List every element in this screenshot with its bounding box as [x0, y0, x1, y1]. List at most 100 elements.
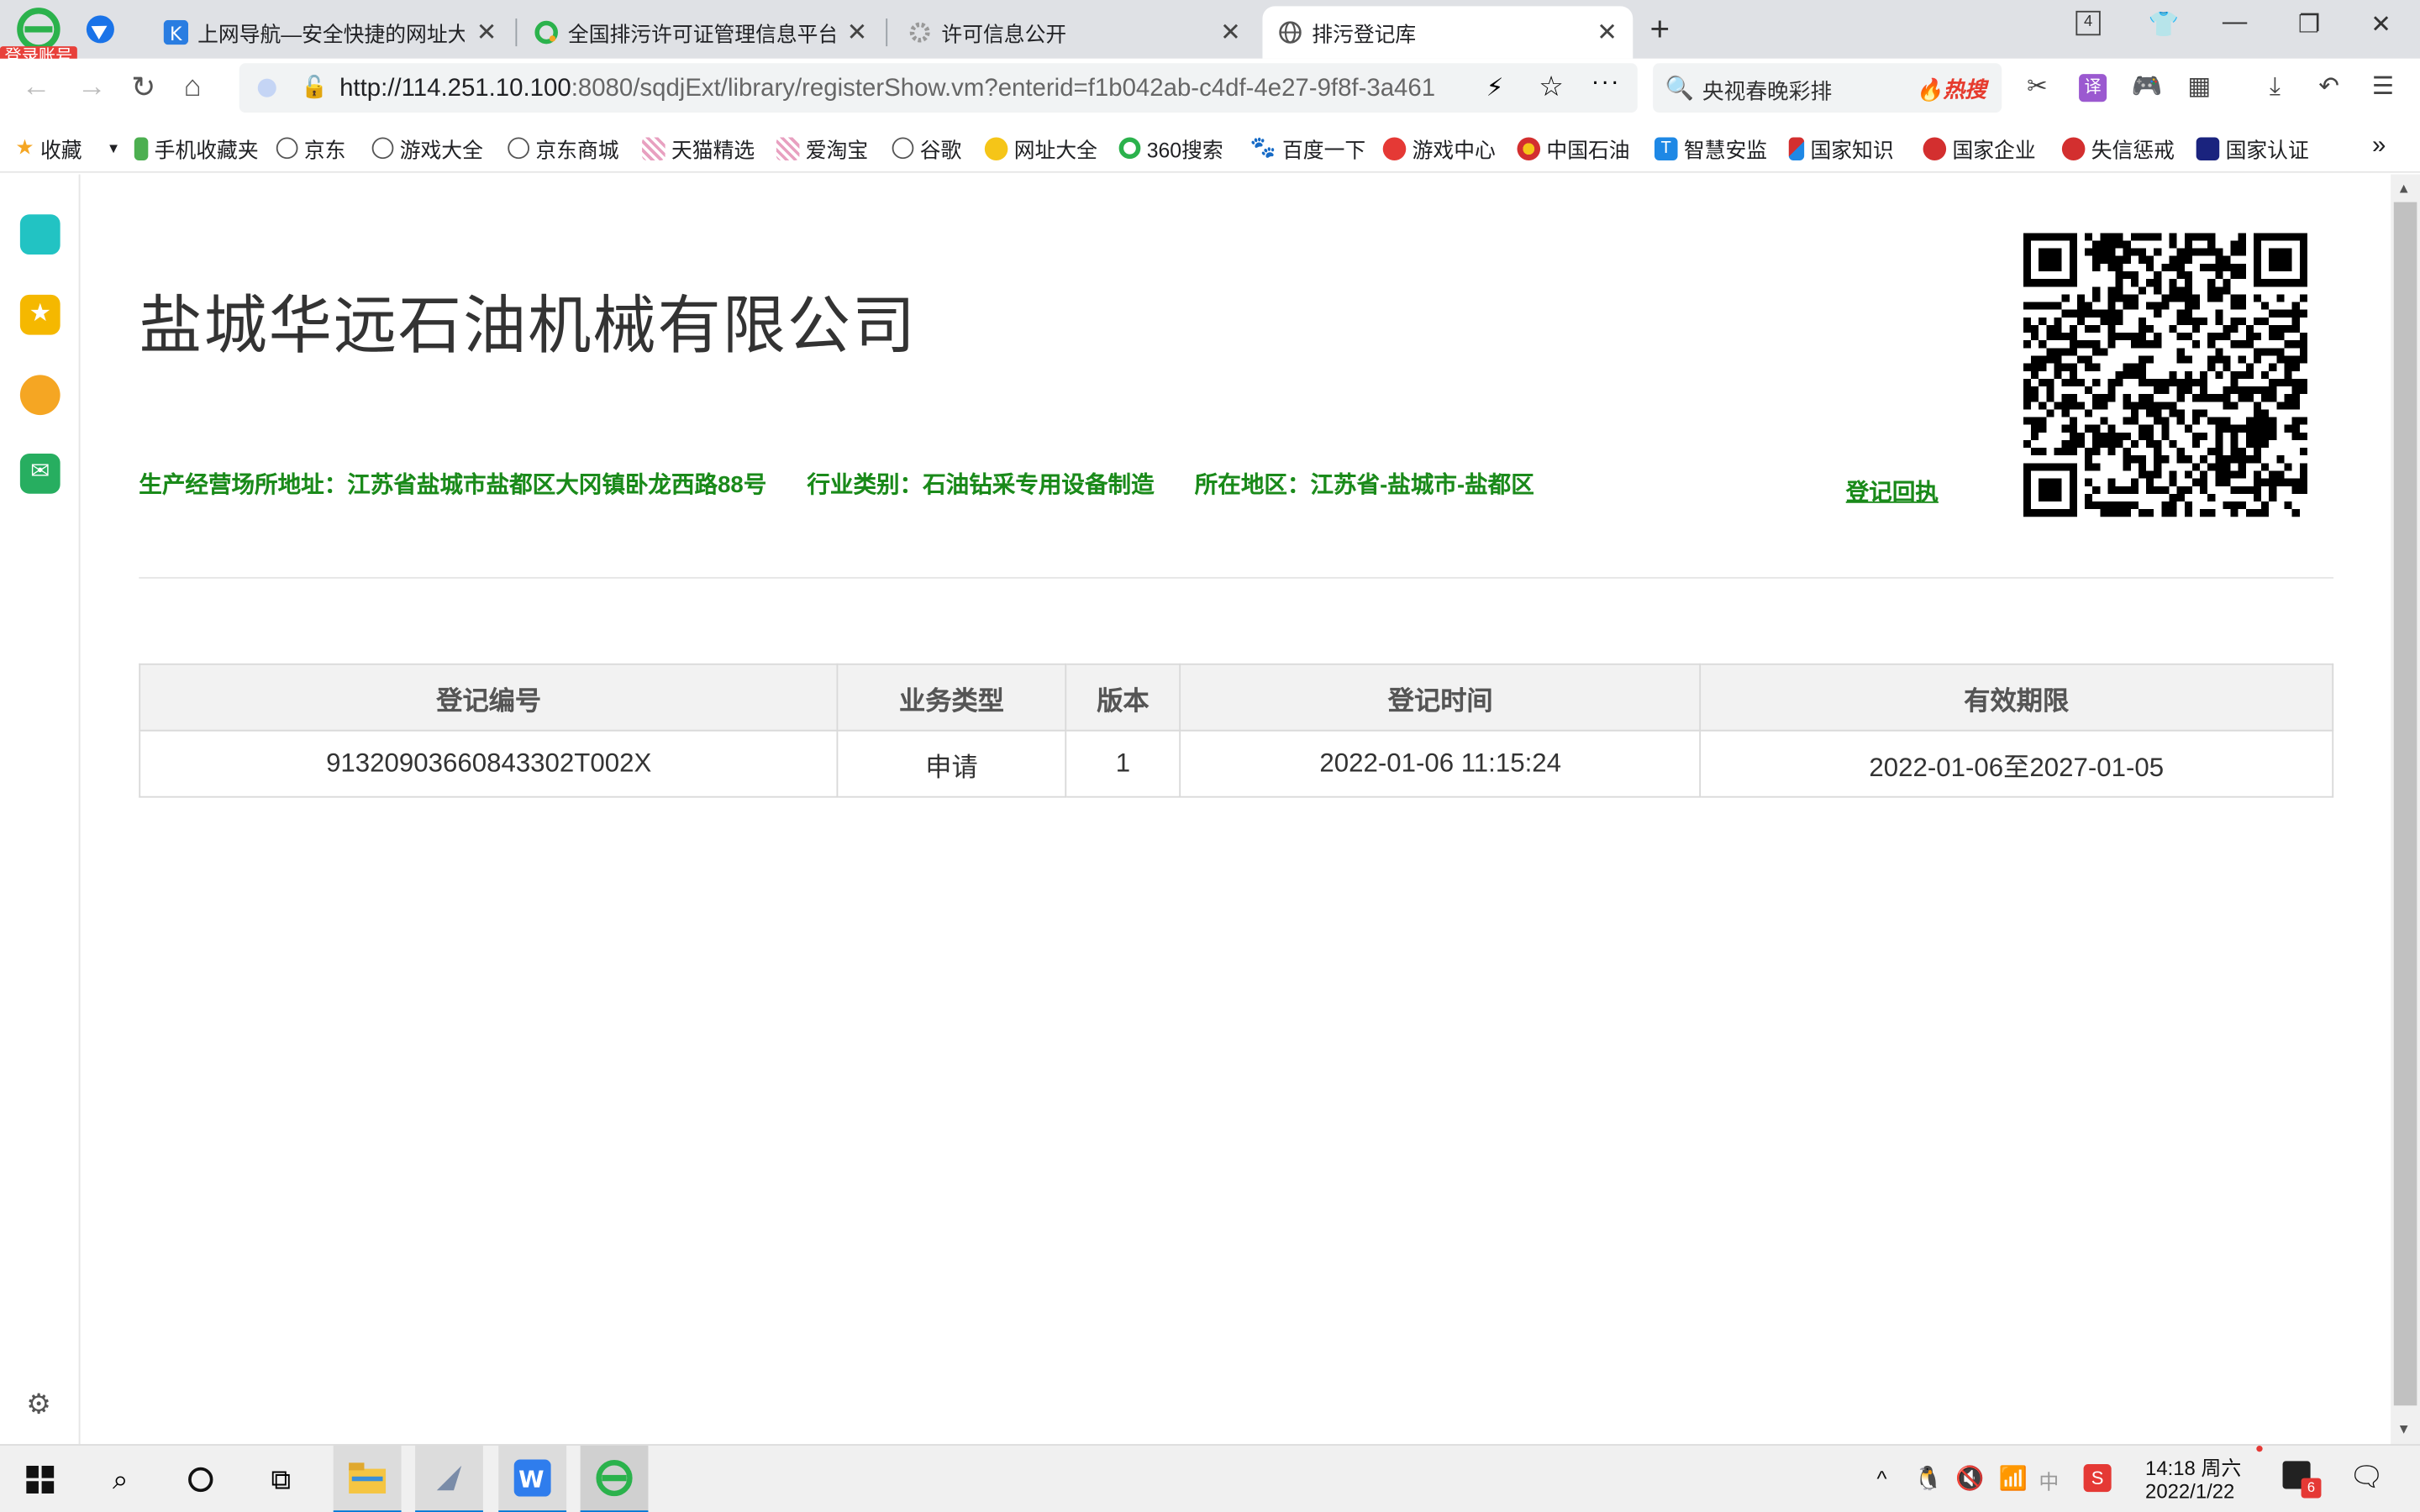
- action-center-icon[interactable]: 🗨: [2349, 1461, 2385, 1494]
- more-bookmarks-icon[interactable]: »: [2372, 133, 2386, 160]
- tab-registry-active[interactable]: 排污登记库 ✕: [1262, 6, 1634, 59]
- bookmark-games[interactable]: 游戏大全: [371, 133, 483, 164]
- bookmark-petrochina[interactable]: 中国石油: [1517, 133, 1630, 164]
- compass-icon[interactable]: [19, 214, 60, 255]
- bookmark-game-center[interactable]: 游戏中心: [1382, 133, 1496, 164]
- menu-icon[interactable]: ☰: [2369, 74, 2396, 102]
- shield-icon: [257, 78, 276, 97]
- hot-search-label[interactable]: 🔥热搜: [1916, 74, 1986, 105]
- cortana-icon[interactable]: [166, 1446, 234, 1512]
- url-text[interactable]: http://114.251.10.100:8080/sqdjExt/libra…: [339, 76, 1474, 103]
- scroll-thumb[interactable]: [2393, 202, 2417, 1406]
- industry-text: 行业类别：石油钻采专用设备制造: [807, 472, 1155, 499]
- back-icon[interactable]: ←: [22, 71, 51, 104]
- close-window-button[interactable]: ✕: [2370, 9, 2391, 40]
- bookmark-certification[interactable]: 国家认证: [2196, 133, 2309, 164]
- forward-icon[interactable]: →: [77, 71, 107, 104]
- reload-icon[interactable]: ↻: [131, 71, 155, 106]
- qq-icon[interactable]: 🐧: [1914, 1464, 1943, 1492]
- weibo-icon[interactable]: [19, 375, 60, 416]
- gear-icon: [908, 20, 932, 45]
- search-box[interactable]: 🔍 央视春晚彩排 🔥热搜: [1653, 63, 2002, 113]
- notification-count-badge: 6: [2301, 1478, 2322, 1499]
- telegram-icon[interactable]: [86, 15, 114, 44]
- tab-permit-info[interactable]: 许可信息公开 ✕: [892, 6, 1256, 58]
- scroll-down-icon[interactable]: ▼: [2396, 1421, 2410, 1436]
- bookmark-taobao[interactable]: 爱淘宝: [776, 133, 868, 164]
- wifi-icon[interactable]: 📶: [1999, 1464, 2028, 1492]
- table-header-row: 登记编号 业务类型 版本 登记时间 有效期限: [139, 663, 2334, 732]
- scroll-up-icon[interactable]: ▲: [2396, 181, 2410, 196]
- qr-code-icon: [2023, 233, 2307, 517]
- vertical-scrollbar[interactable]: ▲ ▼: [2391, 174, 2420, 1445]
- browser-sidebar: ★ ✉ ⚙: [0, 174, 81, 1445]
- file-explorer-icon[interactable]: [333, 1446, 402, 1512]
- task-view-icon[interactable]: ⧉: [247, 1446, 315, 1512]
- search-icon[interactable]: ⌕: [87, 1446, 155, 1512]
- download-icon[interactable]: ⤓: [2261, 74, 2289, 102]
- minimize-button[interactable]: —: [2223, 9, 2247, 37]
- bookmark-favorites[interactable]: ★ 收藏 ▼: [15, 133, 120, 164]
- undo-icon[interactable]: ↶: [2315, 74, 2343, 102]
- emblem-icon: [1923, 136, 1947, 160]
- clock-time[interactable]: 14:18 周六: [2145, 1452, 2241, 1481]
- scissors-icon[interactable]: ✂: [2023, 74, 2051, 102]
- emblem-icon: [2061, 136, 2086, 160]
- bookmark-tmall[interactable]: 天猫精选: [642, 133, 755, 164]
- game-icon[interactable]: 🎮: [2132, 74, 2163, 102]
- company-info-line: 生产经营场所地址：江苏省盐城市盐都区大冈镇卧龙西路88号 行业类别：石油钻采专用…: [139, 468, 1568, 501]
- close-tab-icon[interactable]: ✕: [476, 17, 497, 48]
- tab-count-badge[interactable]: 4: [2075, 10, 2101, 36]
- bookmark-jd-mall[interactable]: 京东商城: [508, 133, 619, 164]
- bookmark-google[interactable]: 谷歌: [892, 133, 961, 164]
- insecure-lock-icon[interactable]: 🔓: [301, 74, 328, 100]
- close-tab-icon[interactable]: ✕: [1597, 17, 1618, 48]
- globe-icon: [508, 137, 530, 160]
- new-tab-button[interactable]: +: [1649, 9, 1670, 50]
- more-icon[interactable]: ···: [1591, 70, 1621, 97]
- address-bar[interactable]: 🔓 http://114.251.10.100:8080/sqdjExt/lib…: [239, 63, 1638, 113]
- bookmark-safety[interactable]: T 智慧安监: [1654, 133, 1767, 164]
- ime-indicator[interactable]: 中: [2039, 1466, 2059, 1495]
- star-icon[interactable]: ☆: [1539, 71, 1564, 103]
- close-tab-icon[interactable]: ✕: [1220, 17, 1241, 48]
- wps-icon[interactable]: W: [498, 1446, 567, 1512]
- bookmark-credit[interactable]: 失信惩戒: [2061, 133, 2175, 164]
- bookmark-ip[interactable]: 国家知识: [1788, 133, 1894, 164]
- bookmark-mobile[interactable]: 手机收藏夹: [134, 133, 259, 164]
- tray-expand-icon[interactable]: ^: [1876, 1466, 1886, 1490]
- plus-circle-icon: [984, 136, 1008, 160]
- tab-permit-platform[interactable]: 全国排污许可证管理信息平台 ✕: [518, 6, 882, 58]
- bookmark-360-search[interactable]: 360搜索: [1118, 133, 1223, 164]
- home-icon[interactable]: ⌂: [184, 71, 202, 104]
- close-tab-icon[interactable]: ✕: [847, 17, 868, 48]
- settings-gear-icon[interactable]: ⚙: [26, 1389, 51, 1421]
- chevron-down-icon[interactable]: ▼: [107, 140, 120, 155]
- 360-browser-icon[interactable]: [580, 1446, 649, 1512]
- app-feather-icon[interactable]: [415, 1446, 483, 1512]
- cell-reg-time: 2022-01-06 11:15:24: [1180, 729, 1702, 798]
- search-query[interactable]: 央视春晚彩排: [1702, 76, 1832, 107]
- restore-button[interactable]: ❐: [2298, 9, 2320, 40]
- bookmark-jd[interactable]: 京东: [276, 133, 345, 164]
- windows-start-icon[interactable]: [6, 1446, 74, 1512]
- shirt-icon[interactable]: 👕: [2149, 9, 2180, 40]
- header-business-type: 业务类型: [837, 663, 1066, 732]
- mail-icon[interactable]: ✉: [19, 454, 60, 494]
- translate-icon[interactable]: 译: [2079, 74, 2107, 102]
- lightning-icon[interactable]: ⚡: [1486, 72, 1504, 103]
- bookmark-url-directory[interactable]: 网址大全: [984, 133, 1097, 164]
- favorites-star-icon[interactable]: ★: [19, 294, 60, 335]
- clock-date[interactable]: 2022/1/22: [2145, 1479, 2234, 1503]
- volume-muted-icon[interactable]: 🔇: [1955, 1464, 1984, 1492]
- tab-separator: [515, 18, 518, 47]
- navigation-bar: ← → ↻ ⌂ 🔓 http://114.251.10.100:8080/sqd…: [0, 58, 2420, 121]
- bookmark-baidu[interactable]: 🐾 百度一下: [1250, 133, 1365, 164]
- registration-receipt-link[interactable]: 登记回执: [1846, 475, 1939, 508]
- bookmark-enterprise[interactable]: 国家企业: [1923, 133, 2036, 164]
- tab-navigation[interactable]: K 上网导航—安全快捷的网址大全 ✕: [148, 6, 512, 58]
- tab-title: 全国排污许可证管理信息平台: [567, 23, 834, 47]
- apps-grid-icon[interactable]: ▦: [2186, 74, 2213, 102]
- header-reg-number: 登记编号: [139, 663, 839, 732]
- sogou-icon[interactable]: S: [2083, 1464, 2112, 1493]
